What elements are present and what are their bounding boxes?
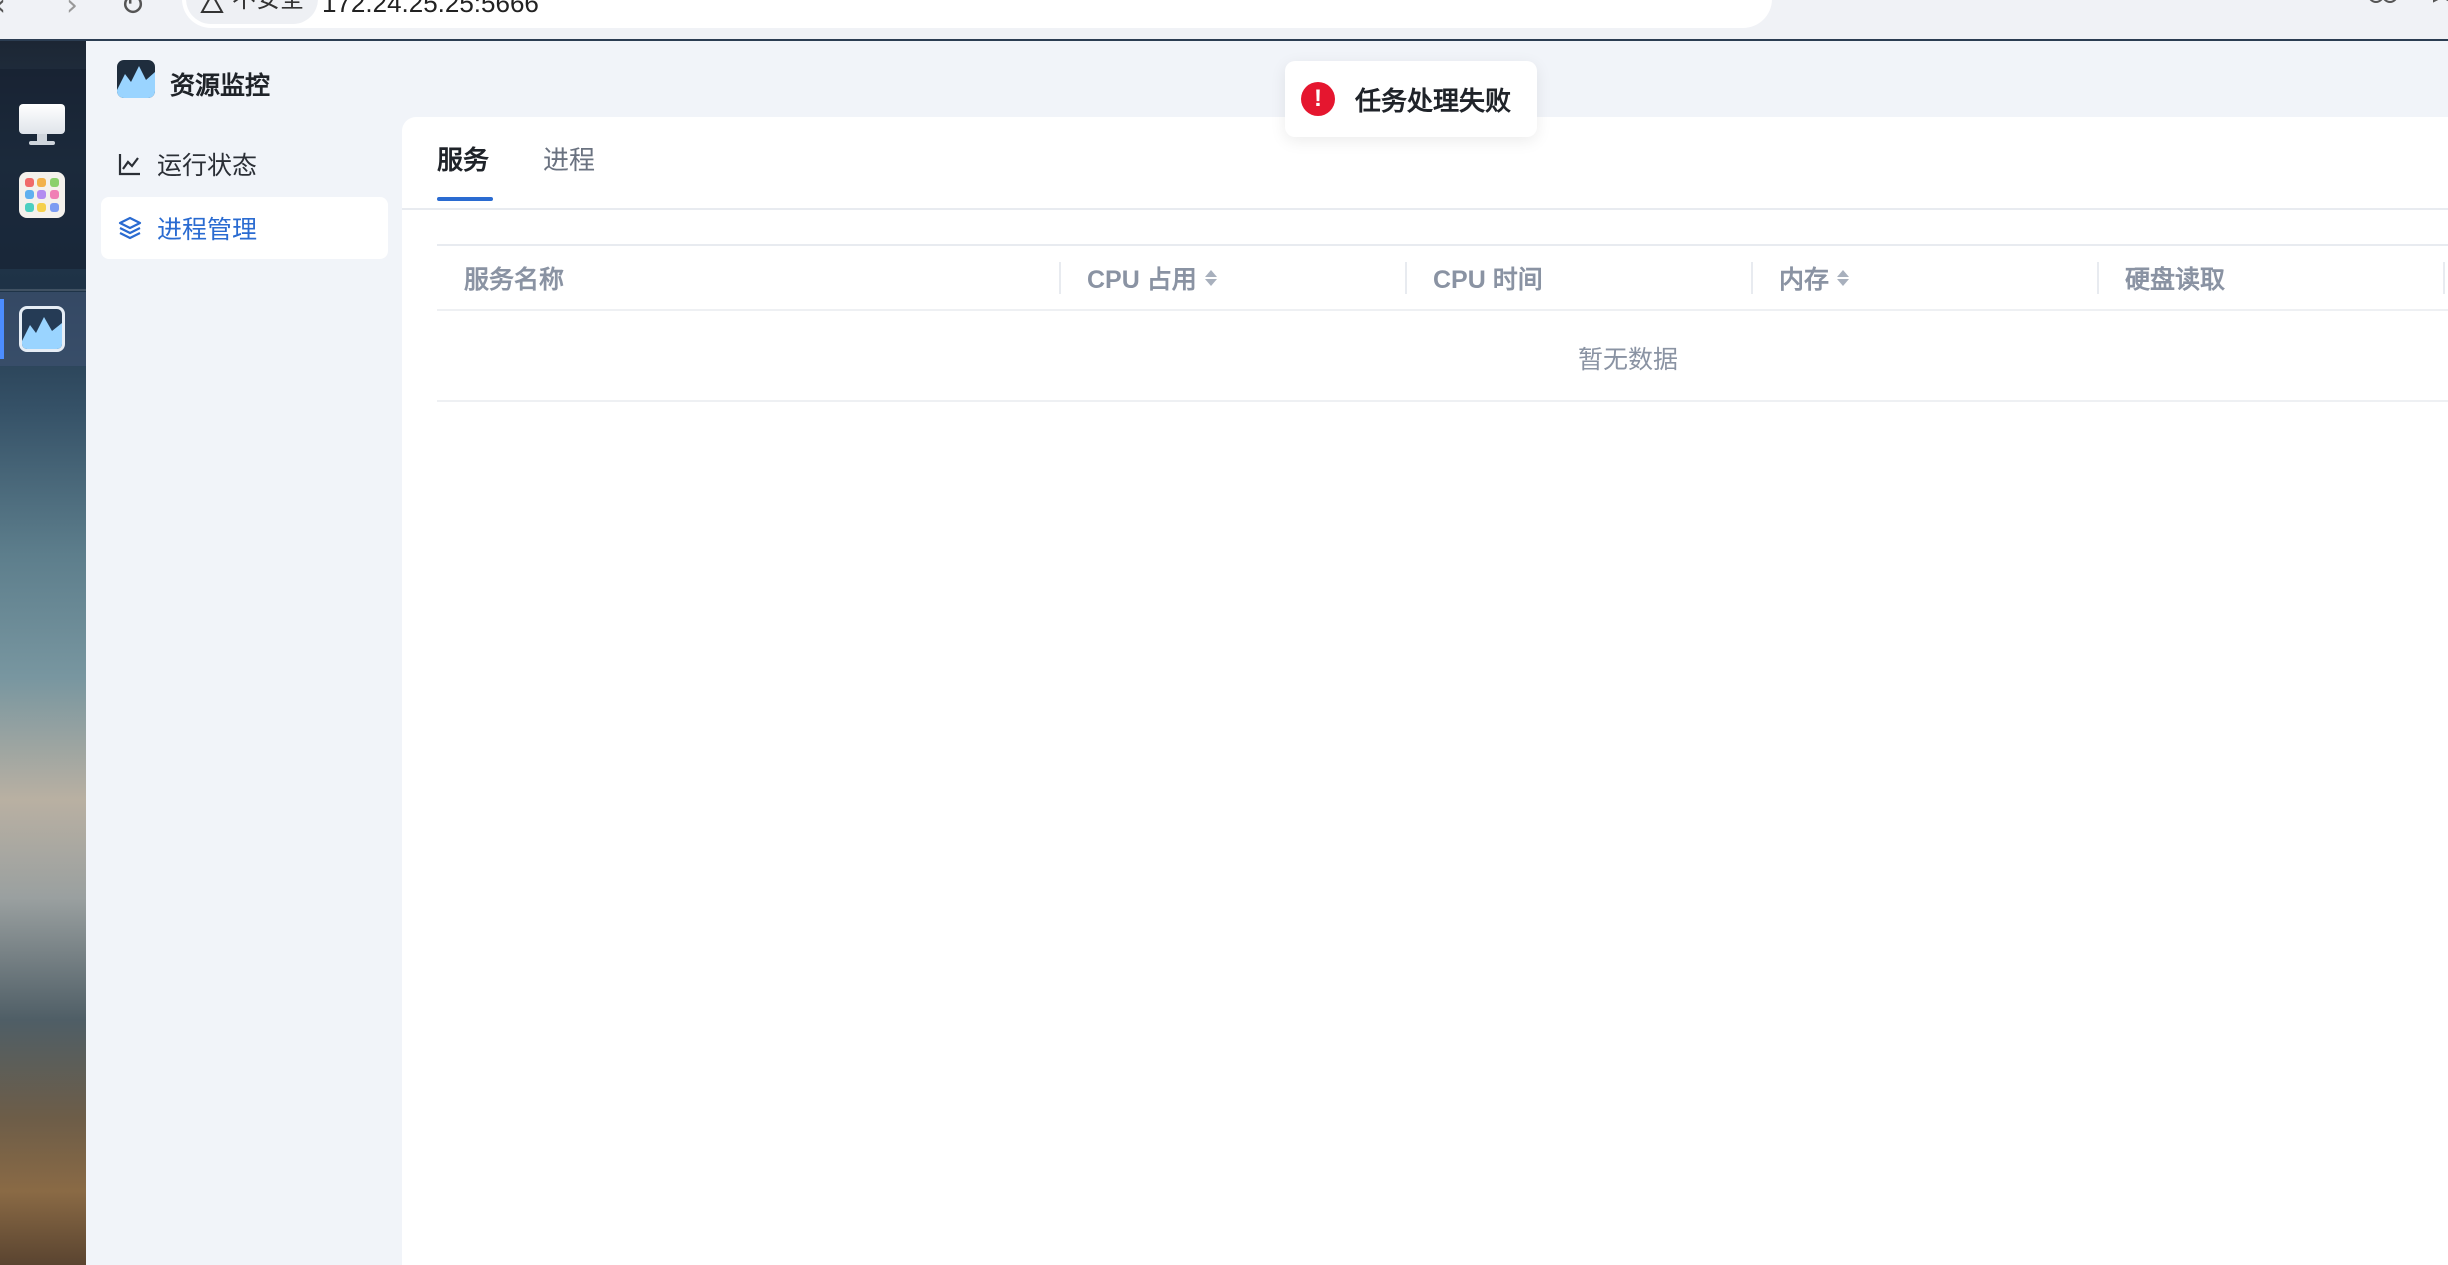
layers-icon [118, 216, 142, 240]
extensions-icon[interactable] [2366, 0, 2400, 18]
tab-services[interactable]: 服务 [437, 140, 494, 201]
tab-processes[interactable]: 进程 [543, 140, 595, 201]
sidebar-item-label: 运行状态 [157, 152, 258, 180]
column-service-name[interactable]: 服务名称 [464, 246, 564, 309]
app-title: 资源监控 [170, 72, 271, 100]
warning-icon [200, 0, 224, 13]
column-label: 内存 [1779, 265, 1830, 294]
desktop-dock [0, 41, 86, 1265]
column-separator[interactable] [1751, 262, 1753, 294]
browser-toolbar: ‹ › ↻ 不安全 172.24.25.25:5666 [0, 0, 2448, 41]
column-separator[interactable] [2443, 262, 2445, 294]
column-cpu-usage[interactable]: CPU 占用 [1087, 246, 1217, 309]
sidebar-item-run-status[interactable]: 运行状态 [101, 133, 388, 195]
table-header: 服务名称 CPU 占用 CPU 时间 内存 硬盘读取 [437, 246, 2448, 309]
column-separator[interactable] [1059, 262, 1061, 294]
error-toast: ! 任务处理失败 [1285, 61, 1537, 137]
dock-divider [0, 289, 86, 291]
insecure-label: 不安全 [232, 0, 304, 14]
app-logo-icon [117, 60, 155, 98]
empty-state-text: 暂无数据 [1578, 346, 1679, 374]
sidebar-item-label: 进程管理 [157, 216, 258, 244]
sort-icon[interactable] [1204, 269, 1217, 286]
column-label: 硬盘读取 [2125, 265, 2226, 294]
url-text[interactable]: 172.24.25.25:5666 [322, 0, 539, 19]
dock-panel [0, 69, 86, 269]
sort-icon[interactable] [1837, 269, 1850, 286]
desktop-icon[interactable] [19, 100, 65, 146]
table-header-border [437, 309, 2448, 311]
table-bottom-border [437, 400, 2448, 402]
line-chart-icon [118, 154, 140, 176]
sidebar-item-process-management[interactable]: 进程管理 [101, 197, 388, 259]
resource-monitor-dock-icon[interactable] [19, 306, 65, 352]
column-cpu-time[interactable]: CPU 时间 [1433, 246, 1543, 309]
column-separator[interactable] [2097, 262, 2099, 294]
tab-bar: 服务 进程 [437, 140, 595, 201]
reload-icon[interactable]: ↻ [120, 0, 145, 23]
toast-message: 任务处理失败 [1355, 85, 1512, 116]
back-icon[interactable]: ‹ [0, 0, 6, 23]
forward-icon[interactable]: › [66, 0, 78, 23]
column-separator[interactable] [1405, 262, 1407, 294]
column-label: CPU 时间 [1433, 265, 1543, 294]
column-disk-read[interactable]: 硬盘读取 [2125, 246, 2225, 309]
column-label: CPU 占用 [1087, 265, 1197, 294]
bookmark-icon[interactable] [2430, 0, 2448, 18]
tabs-divider [402, 208, 2448, 210]
column-memory[interactable]: 内存 [1779, 246, 1850, 309]
dock-active-indicator [0, 299, 4, 359]
app-center-icon[interactable] [19, 172, 65, 218]
error-icon: ! [1301, 82, 1335, 116]
insecure-chip[interactable]: 不安全 [186, 0, 318, 24]
column-label: 服务名称 [464, 265, 565, 294]
